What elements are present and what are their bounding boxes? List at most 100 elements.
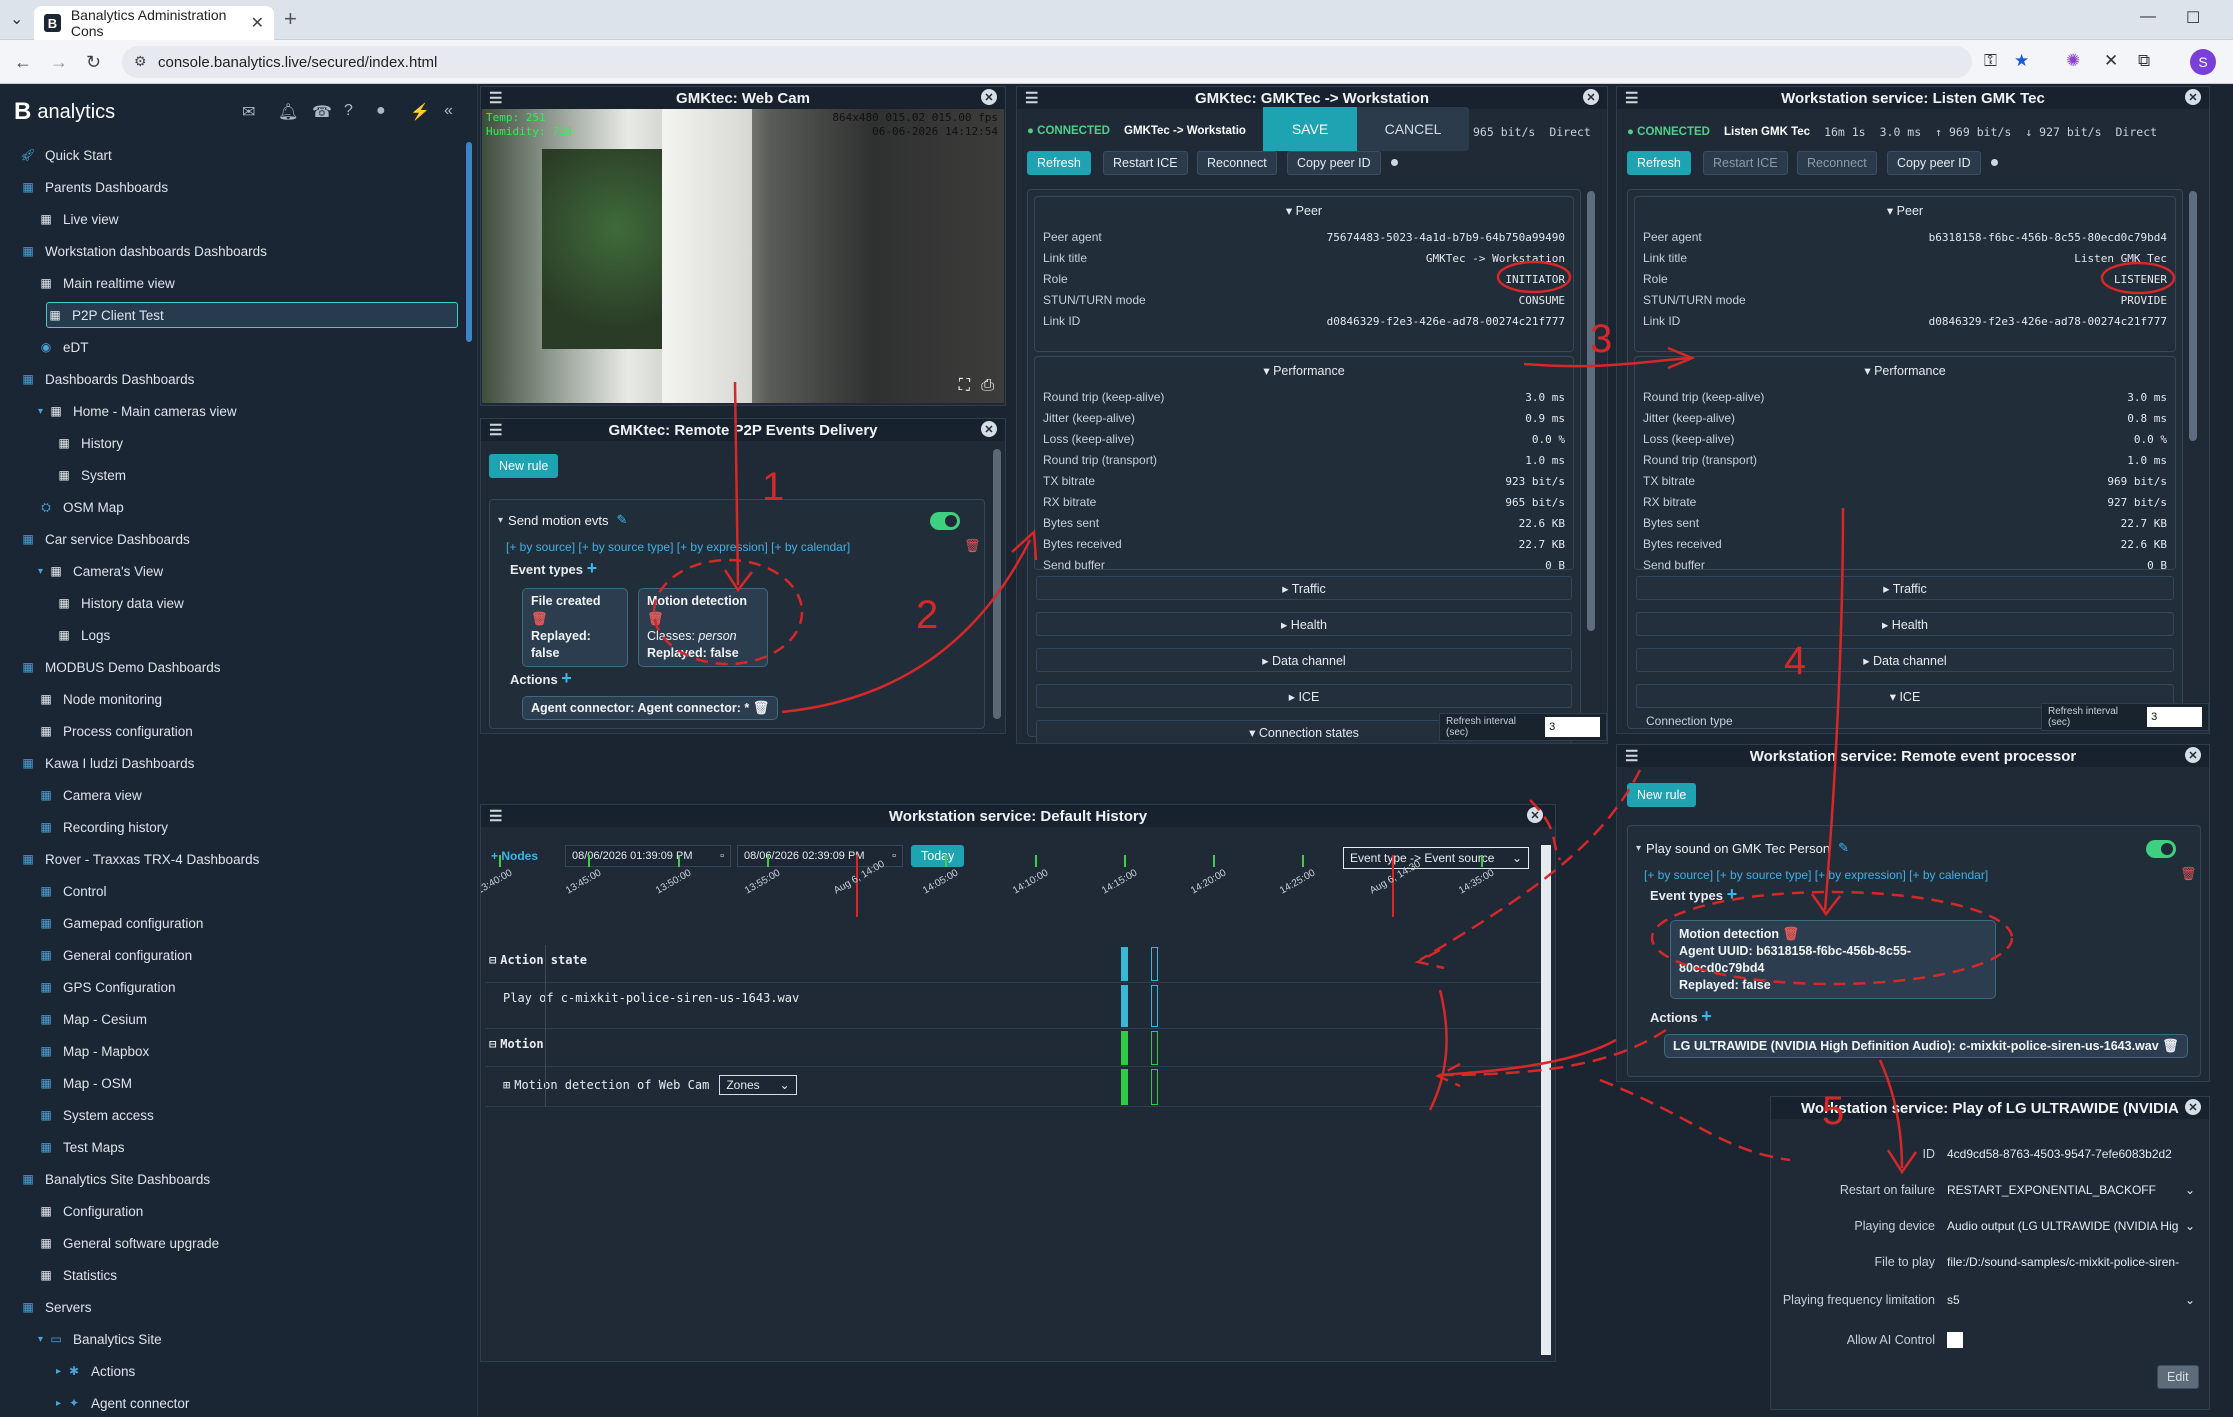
refresh-button[interactable]: Refresh: [1627, 151, 1691, 175]
form-value[interactable]: Audio output (LG ULTRAWIDE (NVIDIA Hig ⌄: [1947, 1219, 2209, 1233]
site-info-icon[interactable]: ⚙: [134, 53, 147, 70]
add-event-type-icon[interactable]: +: [1727, 884, 1738, 904]
form-value[interactable]: RESTART_EXPONENTIAL_BACKOFF ⌄: [1947, 1183, 2209, 1197]
plug-icon[interactable]: ⚡: [410, 102, 430, 122]
copy-peer-id-button[interactable]: Copy peer ID: [1287, 151, 1381, 175]
p2p-scrollbar[interactable]: [1587, 191, 1595, 631]
refresh-interval-input[interactable]: 3: [2147, 707, 2202, 727]
section-data-channel[interactable]: ▸ Data channel: [1636, 648, 2174, 672]
forward-icon[interactable]: →: [50, 52, 68, 73]
rule-enabled-toggle[interactable]: [930, 512, 960, 530]
extension-icon[interactable]: ✺: [2066, 51, 2080, 71]
copy-peer-id-button[interactable]: Copy peer ID: [1887, 151, 1981, 175]
new-rule-button[interactable]: New rule: [1627, 783, 1697, 807]
caret-right-icon[interactable]: ▸: [56, 1366, 61, 1377]
refresh-button[interactable]: Refresh: [1027, 151, 1091, 175]
caret-right-icon[interactable]: ▸: [56, 1398, 61, 1409]
sidebar-item-parents-dashboards[interactable]: ▦ Parents Dashboards: [20, 174, 168, 200]
events-scrollbar[interactable]: [993, 449, 1001, 719]
action-chip[interactable]: Agent connector: Agent connector: * 🗑︎: [522, 696, 779, 720]
delete-action-icon[interactable]: 🗑︎: [2162, 1038, 2179, 1053]
panel-menu-icon[interactable]: ☰: [489, 89, 502, 107]
delete-rule-icon[interactable]: 🗑︎: [964, 538, 981, 554]
collapse-sidebar-icon[interactable]: «: [444, 102, 453, 120]
event-chip-file-created[interactable]: File created 🗑︎ Replayed: false: [522, 588, 628, 667]
sidebar-item-rover-traxxas-trx-4-dashboards[interactable]: ▦ Rover - Traxxas TRX-4 Dashboards: [20, 846, 259, 872]
p2p-scrollbar[interactable]: [2189, 191, 2197, 441]
puzzle-icon[interactable]: ⧉: [2138, 51, 2150, 71]
timeline-event-bar[interactable]: [1151, 985, 1158, 1027]
minimize-icon[interactable]: —: [2140, 8, 2156, 26]
sidebar-item-main-realtime-view[interactable]: ▦ Main realtime view: [38, 270, 174, 296]
section-traffic[interactable]: ▸ Traffic: [1636, 576, 2174, 600]
bookmark-star-icon[interactable]: ★: [2014, 51, 2029, 71]
close-panel-icon[interactable]: ✕: [2185, 747, 2201, 763]
caret-down-icon[interactable]: ▾: [1636, 843, 1641, 854]
section-health[interactable]: ▸ Health: [1036, 612, 1572, 636]
reconnect-button[interactable]: Reconnect: [1197, 151, 1277, 175]
event-chip-motion-detection[interactable]: Motion detection 🗑︎ Classes: person Repl…: [638, 588, 768, 667]
profile-avatar[interactable]: S: [2190, 49, 2216, 75]
rule-header[interactable]: ▾ Play sound on GMK Tec Person ✎: [1636, 840, 1849, 856]
close-tab-icon[interactable]: ✕: [251, 13, 264, 33]
sidebar-item-workstation-dashboards-dashboards[interactable]: ▦ Workstation dashboards Dashboards: [20, 238, 267, 264]
sidebar-item-banalytics-site-dashboards[interactable]: ▦ Banalytics Site Dashboards: [20, 1166, 210, 1192]
edit-icon[interactable]: ✎: [616, 512, 627, 528]
timeline-series-row[interactable]: ⊞ Motion detection of Web Cam Zones ⌄: [485, 1067, 1541, 1107]
close-panel-icon[interactable]: ✕: [2185, 89, 2201, 105]
timeline-event-bar[interactable]: [1151, 947, 1158, 981]
event-chip-motion-detection[interactable]: Motion detection 🗑︎ Agent UUID: b6318158…: [1670, 920, 1996, 999]
sidebar-item-map-osm[interactable]: ▦ Map - OSM: [38, 1070, 132, 1096]
timeline-axis[interactable]: 13:40:00 13:45:00 13:50:00 13:55:00 Aug 6, 1…: [481, 853, 1555, 917]
sidebar-item-configuration[interactable]: ▦ Configuration: [38, 1198, 143, 1224]
sidebar-item-history[interactable]: ▦ History: [56, 430, 123, 456]
reconnect-button[interactable]: Reconnect: [1797, 151, 1877, 175]
panel-menu-icon[interactable]: ☰: [1025, 89, 1038, 107]
sidebar-item-p2p-client-test[interactable]: ▦ P2P Client Test: [46, 302, 458, 328]
add-event-type-icon[interactable]: +: [587, 558, 598, 578]
sidebar-item-map-mapbox[interactable]: ▦ Map - Mapbox: [38, 1038, 149, 1064]
sidebar-item-general-software-upgrade[interactable]: ▦ General software upgrade: [38, 1230, 219, 1256]
rule-filter-links[interactable]: [+ by source] [+ by source type] [+ by e…: [1644, 868, 1988, 882]
sidebar-item-control[interactable]: ▦ Control: [38, 878, 106, 904]
panel-menu-icon[interactable]: ☰: [489, 421, 502, 439]
new-rule-button[interactable]: New rule: [489, 454, 559, 478]
sidebar-scrollbar[interactable]: [466, 142, 472, 342]
refresh-interval-input[interactable]: 3: [1545, 717, 1600, 737]
collapse-group-icon[interactable]: ⊟: [489, 1037, 496, 1051]
history-scrollbar[interactable]: [1541, 845, 1551, 1355]
sidebar-item-test-maps[interactable]: ▦ Test Maps: [38, 1134, 124, 1160]
sidebar-item-gps-configuration[interactable]: ▦ GPS Configuration: [38, 974, 175, 1000]
save-button[interactable]: SAVE: [1263, 107, 1357, 151]
close-panel-icon[interactable]: ✕: [1583, 89, 1599, 105]
sidebar-item-modbus-demo-dashboards[interactable]: ▦ MODBUS Demo Dashboards: [20, 654, 220, 680]
timeline-group-row[interactable]: ⊟ Motion: [485, 1029, 1541, 1067]
caret-down-icon[interactable]: ▾: [498, 515, 503, 526]
sidebar-item-node-monitoring[interactable]: ▦ Node monitoring: [38, 686, 162, 712]
sidebar-item-servers[interactable]: ▦ Servers: [20, 1294, 91, 1320]
sidebar-item-kawa-i-ludzi-dashboards[interactable]: ▦ Kawa I ludzi Dashboards: [20, 750, 194, 776]
add-action-icon[interactable]: +: [561, 668, 572, 688]
sidebar-item-history-data-view[interactable]: ▦ History data view: [56, 590, 183, 616]
form-value[interactable]: file:/D:/sound-samples/c-mixkit-police-s…: [1947, 1255, 2209, 1269]
form-value[interactable]: s5 ⌄: [1947, 1293, 2209, 1307]
user-icon[interactable]: ●: [376, 102, 386, 120]
snapshot-icon[interactable]: ⎙: [981, 377, 994, 395]
zones-select[interactable]: Zones ⌄: [719, 1075, 797, 1095]
sidebar-item-general-configuration[interactable]: ▦ General configuration: [38, 942, 192, 968]
peer-header[interactable]: ▾ Peer: [1035, 203, 1573, 218]
section-ice[interactable]: ▸ ICE: [1036, 684, 1572, 708]
caret-down-icon[interactable]: ▾: [38, 1334, 43, 1345]
edit-icon[interactable]: ✎: [1838, 840, 1849, 856]
close-panel-icon[interactable]: ✕: [2185, 1099, 2201, 1115]
tab-search-icon[interactable]: ⌄: [10, 9, 23, 29]
sidebar-item-system[interactable]: ▦ System: [56, 462, 126, 488]
sidebar-item-quick-start[interactable]: 🚀︎ Quick Start: [20, 142, 111, 168]
performance-header[interactable]: ▾ Performance: [1035, 363, 1573, 378]
restart-ice-button[interactable]: Restart ICE: [1103, 151, 1188, 175]
back-icon[interactable]: ←: [14, 52, 32, 73]
timeline-event-bar[interactable]: [1121, 985, 1128, 1027]
section-traffic[interactable]: ▸ Traffic: [1036, 576, 1572, 600]
timeline-group-row[interactable]: ⊟ Action state: [485, 945, 1541, 983]
delete-action-icon[interactable]: 🗑︎: [753, 700, 770, 715]
